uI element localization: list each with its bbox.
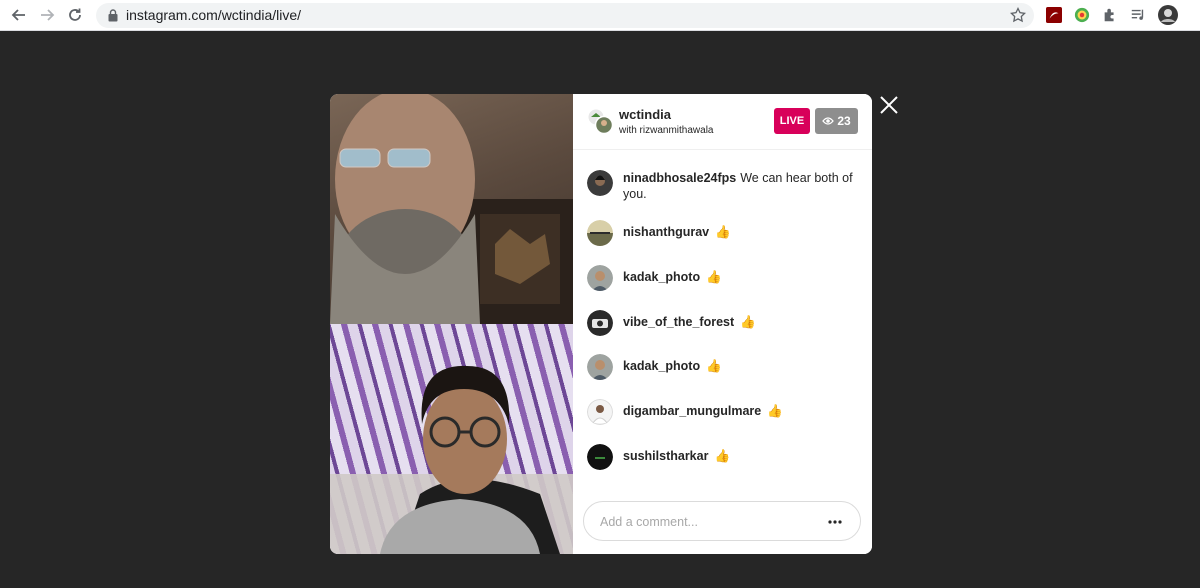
- live-badge: LIVE: [774, 108, 810, 134]
- more-horizontal-icon: [828, 520, 842, 524]
- thumbs-up-emoji: 👍: [714, 449, 731, 463]
- comment-item: kadak_photo 👍: [587, 354, 862, 380]
- comment-item: ninadbhosale24fps We can hear both of you…: [587, 170, 862, 202]
- live-video[interactable]: [330, 94, 573, 554]
- commenter-avatar[interactable]: [587, 444, 613, 470]
- comment-username[interactable]: kadak_photo: [623, 270, 700, 284]
- reload-button[interactable]: [64, 5, 86, 25]
- forward-button[interactable]: [36, 5, 58, 25]
- host-username[interactable]: wctindia: [619, 107, 671, 122]
- comment-item: digambar_mungulmare 👍: [587, 399, 862, 425]
- live-side-panel: wctindia with rizwanmithawala LIVE 23 ni…: [573, 94, 872, 554]
- close-icon[interactable]: [878, 94, 900, 116]
- thumbs-up-emoji: 👍: [767, 404, 783, 418]
- comment-input[interactable]: [600, 512, 820, 532]
- thumbs-up-emoji: 👍: [706, 270, 722, 284]
- comment-username[interactable]: nishanthgurav: [623, 225, 709, 239]
- profile-avatar[interactable]: [1158, 5, 1178, 25]
- comment-box[interactable]: [583, 501, 861, 541]
- host-video-image: [330, 94, 573, 324]
- commenter-avatar[interactable]: [587, 354, 613, 380]
- comment-username[interactable]: digambar_mungulmare: [623, 404, 761, 418]
- comment-username[interactable]: ninadbhosale24fps: [623, 171, 736, 185]
- url-text: instagram.com/wctindia/live/: [126, 7, 302, 23]
- live-modal: wctindia with rizwanmithawala LIVE 23 ni…: [330, 94, 872, 554]
- commenter-avatar[interactable]: [587, 399, 613, 425]
- comment-username[interactable]: vibe_of_the_forest: [623, 315, 734, 329]
- eye-icon: [822, 117, 835, 125]
- browser-toolbar: instagram.com/wctindia/live/: [0, 0, 1200, 31]
- live-header: wctindia with rizwanmithawala LIVE 23: [573, 94, 872, 150]
- forward-arrow-icon: [41, 9, 55, 21]
- back-arrow-icon: [11, 9, 25, 21]
- guest-video-image: [330, 365, 573, 554]
- more-options-button[interactable]: [826, 513, 844, 531]
- reload-icon: [69, 8, 81, 21]
- comment-item: sushilstharkar 👍: [587, 444, 862, 470]
- thumbs-up-emoji: 👍: [740, 315, 756, 329]
- host-avatar[interactable]: [587, 108, 613, 134]
- viewer-count-badge[interactable]: 23: [815, 108, 858, 134]
- host-video-feed: [330, 94, 573, 324]
- guest-video-feed: [330, 324, 573, 554]
- comment-username[interactable]: kadak_photo: [623, 359, 700, 373]
- comment-item: nishanthgurav 👍: [587, 220, 862, 246]
- pdf-extension-icon[interactable]: [1045, 6, 1063, 24]
- comment-username[interactable]: sushilstharkar: [623, 449, 708, 463]
- lock-icon: [108, 9, 118, 22]
- media-queue-icon[interactable]: [1129, 6, 1147, 24]
- extensions-puzzle-icon[interactable]: [1101, 6, 1119, 24]
- viewer-count: 23: [837, 114, 851, 128]
- commenter-avatar[interactable]: [587, 170, 613, 196]
- comment-item: kadak_photo 👍: [587, 265, 862, 291]
- comment-item: vibe_of_the_forest 👍: [587, 310, 862, 336]
- bookmark-star-icon[interactable]: [1010, 7, 1026, 23]
- guest-label[interactable]: with rizwanmithawala: [619, 125, 713, 136]
- commenter-avatar[interactable]: [587, 310, 613, 336]
- thumbs-up-emoji: 👍: [715, 225, 731, 239]
- back-button[interactable]: [8, 5, 30, 25]
- comment-list[interactable]: ninadbhosale24fps We can hear both of you…: [573, 151, 872, 487]
- thumbs-up-emoji: 👍: [706, 359, 722, 373]
- color-extension-icon[interactable]: [1073, 6, 1091, 24]
- commenter-avatar[interactable]: [587, 265, 613, 291]
- commenter-avatar[interactable]: [587, 220, 613, 246]
- address-bar[interactable]: instagram.com/wctindia/live/: [96, 3, 1034, 28]
